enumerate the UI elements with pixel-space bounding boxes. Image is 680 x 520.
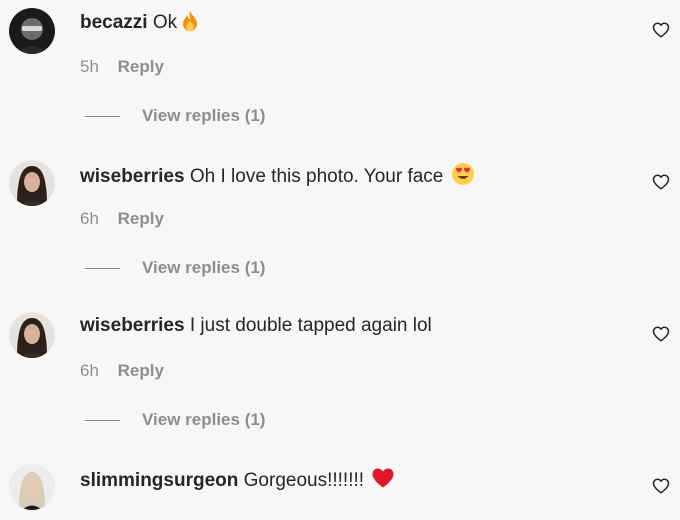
view-replies-button[interactable]: View replies (1) (85, 410, 265, 430)
view-replies-label: View replies (1) (142, 106, 266, 125)
comment-line: slimmingsurgeon Gorgeous!!!!!!! (80, 466, 395, 497)
avatar-image (9, 312, 55, 358)
comment-text: Gorgeous!!!!!!! (243, 470, 365, 491)
comment-line: wiseberries Oh I love this photo. Your f… (80, 162, 475, 193)
avatar[interactable] (9, 312, 55, 358)
comment-line: becazzi Ok (80, 10, 201, 39)
avatar-image (9, 8, 55, 54)
comment-meta: 6h Reply (80, 209, 164, 229)
like-heart-icon[interactable] (652, 173, 670, 191)
avatar[interactable] (9, 464, 55, 510)
divider (85, 267, 120, 269)
comment-item: slimmingsurgeon Gorgeous!!!!!!! (0, 456, 680, 520)
avatar[interactable] (9, 8, 55, 54)
divider (85, 115, 120, 117)
comment-time: 5h (80, 57, 99, 76)
comment-username[interactable]: becazzi (80, 12, 148, 33)
view-replies-button[interactable]: View replies (1) (85, 258, 265, 278)
comment-text: I just double tapped again lol (189, 315, 432, 336)
comment-text: Ok (152, 12, 178, 33)
comment-item: wiseberries I just double tapped again l… (0, 304, 680, 456)
view-replies-button[interactable]: View replies (1) (85, 106, 265, 126)
comment-username[interactable]: slimmingsurgeon (80, 470, 238, 491)
like-heart-icon[interactable] (652, 477, 670, 495)
view-replies-label: View replies (1) (142, 258, 266, 277)
reply-button[interactable]: Reply (118, 361, 164, 380)
comment-username[interactable]: wiseberries (80, 166, 185, 187)
reply-button[interactable]: Reply (118, 209, 164, 228)
comment-meta: 5h Reply (80, 57, 164, 77)
comment-item: becazzi Ok 5h Reply View replies (1) (0, 0, 680, 152)
divider (85, 419, 120, 421)
comment-line: wiseberries I just double tapped again l… (80, 314, 432, 338)
like-heart-icon[interactable] (652, 325, 670, 343)
avatar[interactable] (9, 160, 55, 206)
comment-item: wiseberries Oh I love this photo. Your f… (0, 152, 680, 304)
avatar-image (9, 464, 55, 510)
like-heart-icon[interactable] (652, 21, 670, 39)
fire-emoji-icon (179, 10, 201, 39)
comment-time: 6h (80, 209, 99, 228)
view-replies-label: View replies (1) (142, 410, 266, 429)
comment-username[interactable]: wiseberries (80, 315, 185, 336)
reply-button[interactable]: Reply (118, 57, 164, 76)
heart-eyes-emoji-icon (451, 162, 475, 193)
comment-time: 6h (80, 361, 99, 380)
red-heart-emoji-icon (371, 466, 395, 497)
comment-text: Oh I love this photo. Your face (189, 166, 444, 187)
comment-meta: 6h Reply (80, 361, 164, 381)
avatar-image (9, 160, 55, 206)
